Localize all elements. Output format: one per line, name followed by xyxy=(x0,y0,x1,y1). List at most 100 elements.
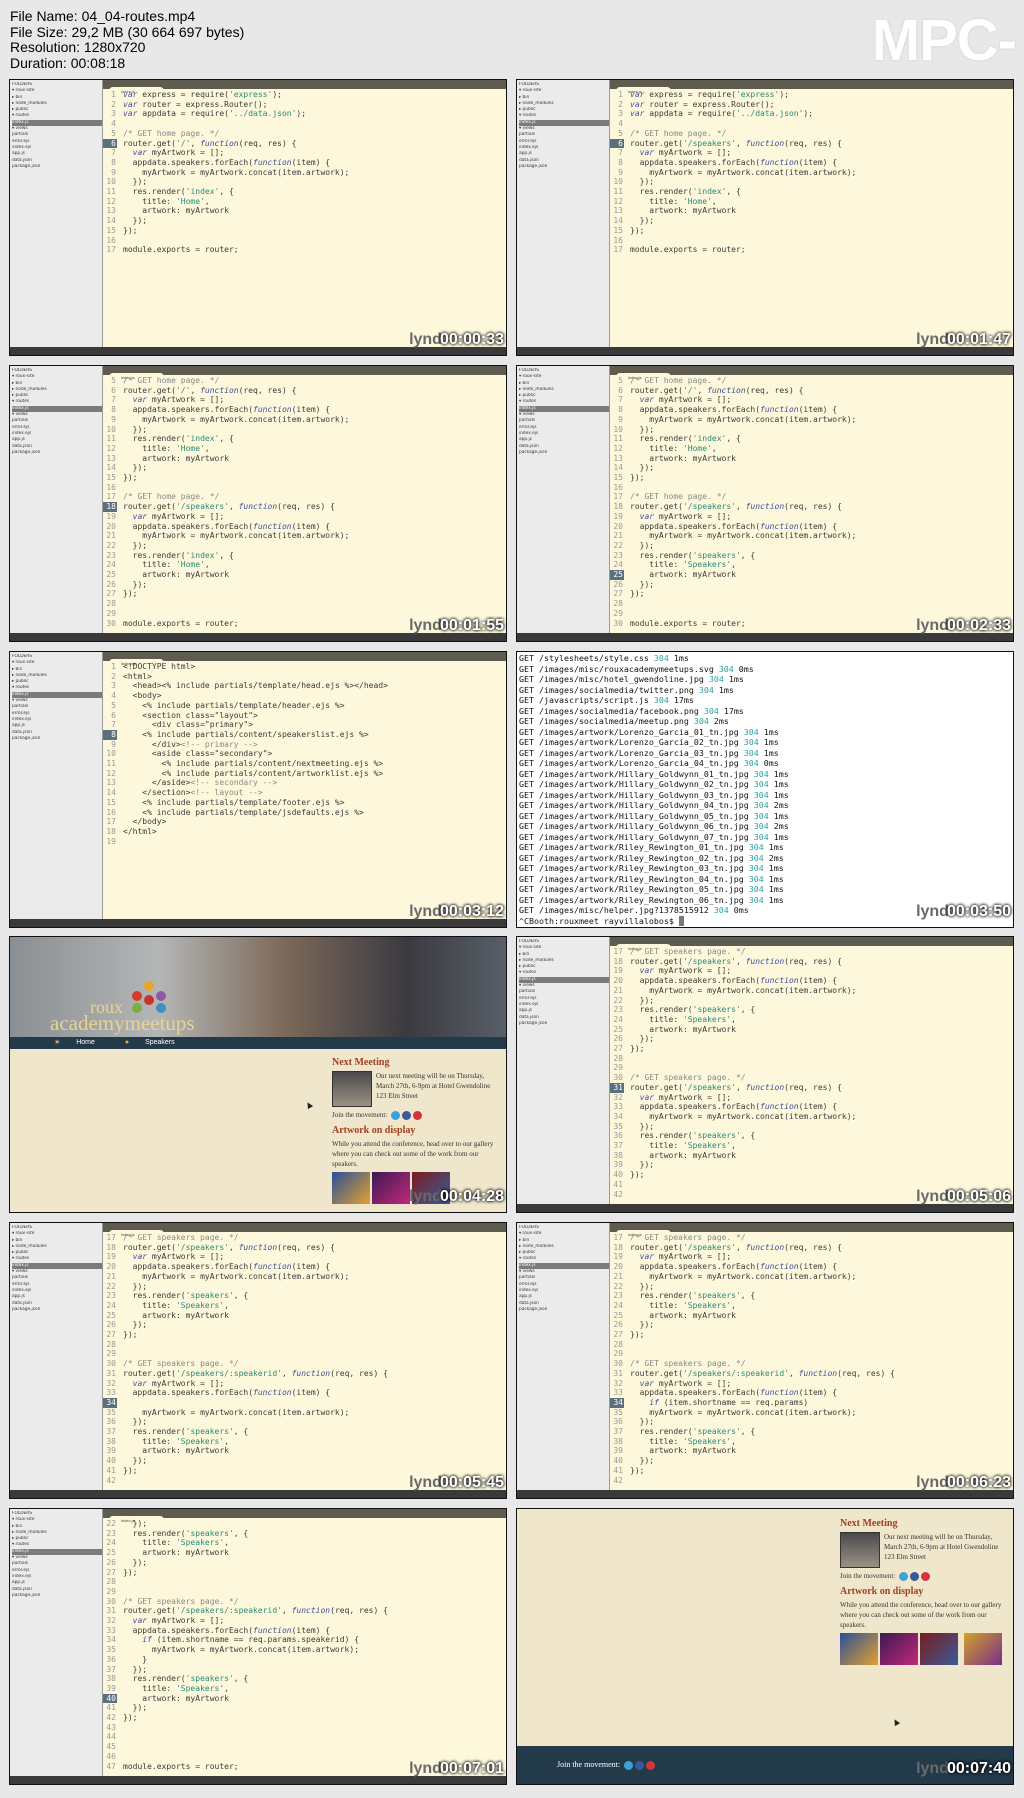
artwork-thumb[interactable] xyxy=(332,1172,370,1204)
sidebar-item[interactable]: package.json xyxy=(12,450,102,456)
code-area[interactable]: 17/* GET speakers page. */18 router.get('… xyxy=(610,1233,1013,1490)
sidebar-item[interactable]: package.json xyxy=(519,450,609,456)
meetup-icon[interactable] xyxy=(412,1111,422,1120)
code-area[interactable]: 22 }); 23 res.render('speakers', {24 titl… xyxy=(103,1519,506,1776)
code-line: 22 }); xyxy=(103,1282,506,1292)
code-line: 33 appdata.speakers.forEach(function(ite… xyxy=(103,1388,506,1398)
twitter-icon[interactable] xyxy=(898,1572,908,1581)
line-number: 25 xyxy=(610,570,624,580)
code-line: 30/* GET speakers page. */ xyxy=(103,1359,506,1369)
code-line: 13 artwork: myArtwork xyxy=(610,206,1013,216)
code-line: 9 myArtwork = myArtwork.concat(item.artw… xyxy=(103,415,506,425)
line-number: 28 xyxy=(613,1339,623,1349)
artwork-thumb[interactable] xyxy=(964,1633,1002,1665)
facebook-icon[interactable] xyxy=(635,1760,645,1770)
line-number: 28 xyxy=(106,599,116,609)
code-line: 26 }); xyxy=(103,580,506,590)
code-line: 19 var myArtwork = []; xyxy=(103,1252,506,1262)
artwork-thumb[interactable] xyxy=(840,1633,878,1665)
sidebar-item[interactable]: package.json xyxy=(519,164,609,170)
code-area[interactable]: 1 <!DOCTYPE html> 2 <html> 3 <head><% includ… xyxy=(103,662,506,919)
code-area[interactable]: 5/* GET home page. */6 router.get('/', fu… xyxy=(103,376,506,633)
line-number: 28 xyxy=(613,599,623,609)
editor-panel: FOLDERS ▾ roux-site ▸ bin ▸ node_modules … xyxy=(9,1222,507,1499)
code-line: 39 artwork: myArtwork xyxy=(610,1446,1013,1456)
line-number: 24 xyxy=(106,560,116,570)
line-number: 14 xyxy=(106,788,116,798)
code-line: 35 myArtwork = myArtwork.concat(item.art… xyxy=(103,1408,506,1418)
meetup-icon[interactable] xyxy=(646,1760,656,1770)
timestamp: lynd00:05:06 xyxy=(916,1188,1011,1205)
tab-bar: index.js xyxy=(103,366,506,382)
timestamp: lynd00:01:47 xyxy=(916,331,1011,348)
code-line: 14 </section><!-- layout --> xyxy=(103,788,506,798)
facebook-icon[interactable] xyxy=(909,1572,919,1581)
code-line: 24 title: 'Speakers', xyxy=(103,1301,506,1311)
code-line: 18 router.get('/speakers', function(req, … xyxy=(610,1243,1013,1253)
code-line: 27}); xyxy=(610,1044,1013,1054)
sidebar-item[interactable]: package.json xyxy=(12,736,102,742)
editor-panel: FOLDERS ▾ roux-site ▸ bin ▸ node_modules … xyxy=(9,365,507,642)
code-line: 40 artwork: myArtwork xyxy=(103,1693,506,1704)
nav-home[interactable]: ★ Home xyxy=(54,1039,109,1046)
line-number: 22 xyxy=(613,540,623,550)
code-line: 14 }); xyxy=(610,216,1013,226)
terminal-line: GET /images/socialmedia/facebook.png 304… xyxy=(519,705,744,716)
nav-speakers[interactable]: ● Speakers xyxy=(125,1039,189,1046)
code-line: 23 res.render('speakers', { xyxy=(610,551,1013,561)
terminal-line: GET /images/artwork/Hillary_Goldwynn_06_… xyxy=(519,821,789,831)
join-movement: Join the movement: xyxy=(332,1111,502,1120)
terminal-output[interactable]: GET /stylesheets/style.css 304 1ms GET /i… xyxy=(517,652,1013,927)
line-number: 4 xyxy=(111,119,116,129)
line-number: 27 xyxy=(613,1044,623,1054)
facebook-icon[interactable] xyxy=(401,1111,411,1120)
twitter-icon[interactable] xyxy=(390,1111,400,1120)
line-number: 38 xyxy=(106,1436,116,1446)
line-number: 37 xyxy=(106,1664,116,1674)
tab-bar: index.js xyxy=(103,1509,506,1525)
code-line: 22 }); xyxy=(103,541,506,551)
artwork-thumb[interactable] xyxy=(880,1633,918,1665)
code-line: 6 router.get('/', function(req, res) { xyxy=(103,386,506,396)
line-number: 43 xyxy=(106,1722,116,1732)
code-area[interactable]: 5/* GET home page. */6 router.get('/', fu… xyxy=(610,376,1013,633)
line-number: 25 xyxy=(106,1548,116,1558)
line-number: 32 xyxy=(106,1616,116,1626)
file-name: File Name: 04_04-routes.mp4 xyxy=(10,8,196,24)
line-number: 37 xyxy=(106,1427,116,1437)
line-number: 26 xyxy=(106,1320,116,1330)
code-area[interactable]: 1 var express = require('express'); 2 var r… xyxy=(103,90,506,347)
line-number: 3 xyxy=(618,109,623,119)
code-line: 11 res.render('index', { xyxy=(610,187,1013,197)
artwork-thumb[interactable] xyxy=(372,1172,410,1204)
code-area[interactable]: 17/* GET speakers page. */18 router.get('… xyxy=(610,947,1013,1204)
line-number: 31 xyxy=(610,1082,624,1093)
line-number: 42 xyxy=(613,1475,623,1485)
line-number: 22 xyxy=(613,1281,623,1291)
code-line: 28 xyxy=(610,1054,1013,1064)
twitter-icon[interactable] xyxy=(624,1760,634,1770)
sidebar-item[interactable]: package.json xyxy=(519,1021,609,1027)
line-number: 19 xyxy=(613,1252,623,1262)
sidebar-item[interactable]: package.json xyxy=(12,1593,102,1599)
terminal-line: GET /images/artwork/Riley_Rewington_05_t… xyxy=(519,884,784,894)
code-area[interactable]: 17/* GET speakers page. */18 router.get('… xyxy=(103,1233,506,1490)
line-number: 20 xyxy=(613,521,623,531)
sidebar-item[interactable]: package.json xyxy=(12,1307,102,1313)
sidebar-item[interactable]: package.json xyxy=(12,164,102,170)
code-area[interactable]: 1 var express = require('express'); 2 var r… xyxy=(610,90,1013,347)
meetup-icon[interactable] xyxy=(920,1572,930,1581)
code-line: 11 res.render('index', { xyxy=(103,187,506,197)
code-line: 26 }); xyxy=(610,1320,1013,1330)
line-number: 7 xyxy=(618,395,623,405)
code-line: 35 myArtwork = myArtwork.concat(item.art… xyxy=(610,1408,1013,1418)
line-number: 35 xyxy=(106,1407,116,1417)
terminal-line: GET /images/socialmedia/twitter.png 304 … xyxy=(519,684,734,695)
artwork-thumb[interactable] xyxy=(920,1633,958,1665)
code-line: 10 }); xyxy=(103,425,506,435)
code-line: 35 }); xyxy=(610,1122,1013,1132)
sidebar-item[interactable]: package.json xyxy=(519,1307,609,1313)
editor-panel: FOLDERS ▾ roux-site ▸ bin ▸ node_modules … xyxy=(9,1508,507,1785)
code-line: 24 title: 'Speakers', xyxy=(103,1538,506,1548)
mouse-cursor xyxy=(891,1717,901,1727)
